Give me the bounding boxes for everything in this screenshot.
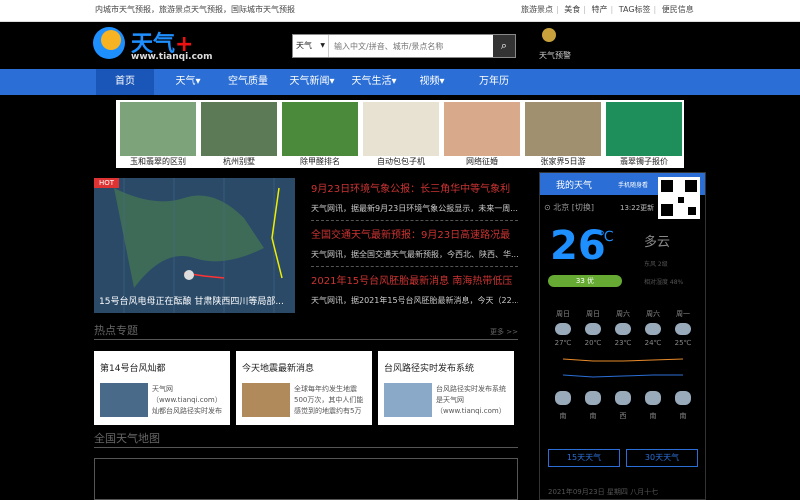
site-intro: 内城市天气预报，旅游景点天气预报，国际城市天气预报 (95, 5, 295, 14)
search-input[interactable] (331, 35, 491, 57)
cloud-icon (615, 391, 631, 405)
banner-image-villa[interactable] (201, 102, 277, 156)
weather-map-panel[interactable] (94, 458, 518, 500)
forecast-temperature-curve (562, 358, 684, 378)
search-bar: 天气▼ ⌕ (292, 34, 516, 58)
cloud-rain-icon (585, 323, 601, 335)
main-nav: 首页 天气▾ 空气质量 天气新闻▾ 天气生活▾ 视频▾ 万年历 (0, 69, 800, 95)
link-attractions[interactable]: 旅游景点 (521, 5, 553, 14)
cloud-icon (645, 391, 661, 405)
banner-image-mountains[interactable] (525, 102, 601, 156)
wind-info: 东风 2级 (644, 261, 668, 268)
current-date: 2021年09月23日 星期四 八月十七 (548, 488, 659, 496)
banner-image-jade[interactable] (120, 102, 196, 156)
hero-typhoon-map[interactable]: HOT 15号台风电母正在酝酿 甘肃陕西四川等局部... (94, 178, 295, 313)
cloud-icon (615, 323, 631, 335)
nav-video[interactable]: 视频▾ (412, 69, 452, 95)
location-icon: ⊙ (544, 203, 551, 212)
my-weather-panel: 我的天气 手机随身看 ⊙ 北京 [切换] 13:22更新 26 ℃ 多云 东风 … (539, 172, 706, 500)
temperature-unit: ℃ (598, 229, 614, 245)
topics-more-link[interactable]: 更多 >> (490, 327, 518, 337)
news-item[interactable]: 全国交通天气最新预报：9月23日高速路况最 天气网讯，据全国交通天气最新预报，今… (311, 226, 518, 267)
hot-badge: HOT (94, 178, 120, 188)
search-button[interactable]: ⌕ (493, 35, 515, 57)
update-time: 13:22更新 (620, 204, 655, 212)
cloud-icon (675, 323, 691, 335)
hero-caption[interactable]: 15号台风电母正在酝酿 甘肃陕西四川等局部... (99, 294, 284, 307)
top-bar: 内城市天气预报，旅游景点天气预报，国际城市天气预报 旅游景点 | 美食 | 特产 | … (0, 0, 800, 22)
nav-home[interactable]: 首页 (96, 69, 154, 95)
forecast-15-day-button[interactable]: 15天天气 (548, 449, 620, 467)
qr-code-icon (658, 177, 700, 219)
current-city: 北京 (553, 203, 570, 212)
ad-banner: 玉和翡翠的区别 杭州别墅 除甲醛排名 自动包包子机 网络征婚 张家界5日游 翡翠… (116, 100, 684, 168)
banner-image-portrait[interactable] (444, 102, 520, 156)
link-food[interactable]: 美食 (564, 5, 580, 14)
search-type-select[interactable]: 天气 ▼ (293, 35, 329, 57)
logo-url: www.tianqi.com (131, 52, 213, 62)
banner-image-bracelet[interactable] (606, 102, 682, 156)
nav-air[interactable]: 空气质量 (222, 69, 274, 95)
top-links: 旅游景点 | 美食 | 特产 | TAG标签 | 便民信息 (521, 5, 694, 14)
cloud-icon (675, 391, 691, 405)
humidity-info: 相对湿度 48% (644, 279, 684, 286)
news-item[interactable]: 9月23日环境气象公报：长三角华中等气象利 天气网讯，据最新9月23日环境气象公… (311, 180, 518, 221)
cloud-icon (555, 391, 571, 405)
forecast-30-day-button[interactable]: 30天天气 (626, 449, 698, 467)
cloud-icon (585, 391, 601, 405)
nav-weather[interactable]: 天气▾ (162, 69, 214, 95)
typhoon-map-graphic (114, 178, 283, 313)
cloud-rain-icon (555, 323, 571, 335)
topic-card-typhoon-path[interactable]: 台风路径实时发布系统 台风路径实时发布系统是天气网（www.tianqi.com… (378, 351, 514, 425)
news-item[interactable]: 2021年15号台风胚胎最新消息 南海热带低压 天气网讯，据2021年15号台风… (311, 272, 518, 306)
site-logo[interactable]: 天气+ www.tianqi.com (93, 26, 213, 66)
aqi-badge[interactable]: 33 优 (548, 275, 622, 287)
switch-city-link[interactable]: [切换] (572, 203, 594, 212)
nav-life[interactable]: 天气生活▾ (344, 69, 404, 95)
weather-condition: 多云 (644, 235, 671, 250)
my-weather-title: 我的天气 (556, 181, 593, 191)
card-image[interactable] (100, 383, 148, 417)
banner-image-buns[interactable] (363, 102, 439, 156)
link-tags[interactable]: TAG标签 (619, 5, 651, 14)
banner-image-plant[interactable] (282, 102, 358, 156)
card-image[interactable] (384, 383, 432, 417)
weather-alert[interactable]: 天气预警 (535, 28, 585, 68)
map-header: 全国天气地图 (94, 430, 518, 448)
search-icon: ⌕ (500, 39, 508, 52)
nav-news[interactable]: 天气新闻▾ (282, 69, 342, 95)
topic-card-earthquake[interactable]: 今天地震最新消息 全球每年约发生地震500万次，其中人们能感觉到的地震约有5万 (236, 351, 372, 425)
topic-card-typhoon[interactable]: 第14号台风灿都 天气网（www.tianqi.com）灿都台风路径实时发布 (94, 351, 230, 425)
link-specialty[interactable]: 特产 (592, 5, 608, 14)
alert-icon (542, 28, 556, 42)
cloud-rain-icon (645, 323, 661, 335)
topics-header: 热点专题 更多 >> (94, 322, 518, 340)
card-image[interactable] (242, 383, 290, 417)
nav-calendar[interactable]: 万年历 (472, 69, 516, 95)
link-services[interactable]: 便民信息 (662, 5, 694, 14)
chevron-down-icon: ▼ (320, 42, 325, 49)
mobile-link[interactable]: 手机随身看 (618, 180, 648, 189)
